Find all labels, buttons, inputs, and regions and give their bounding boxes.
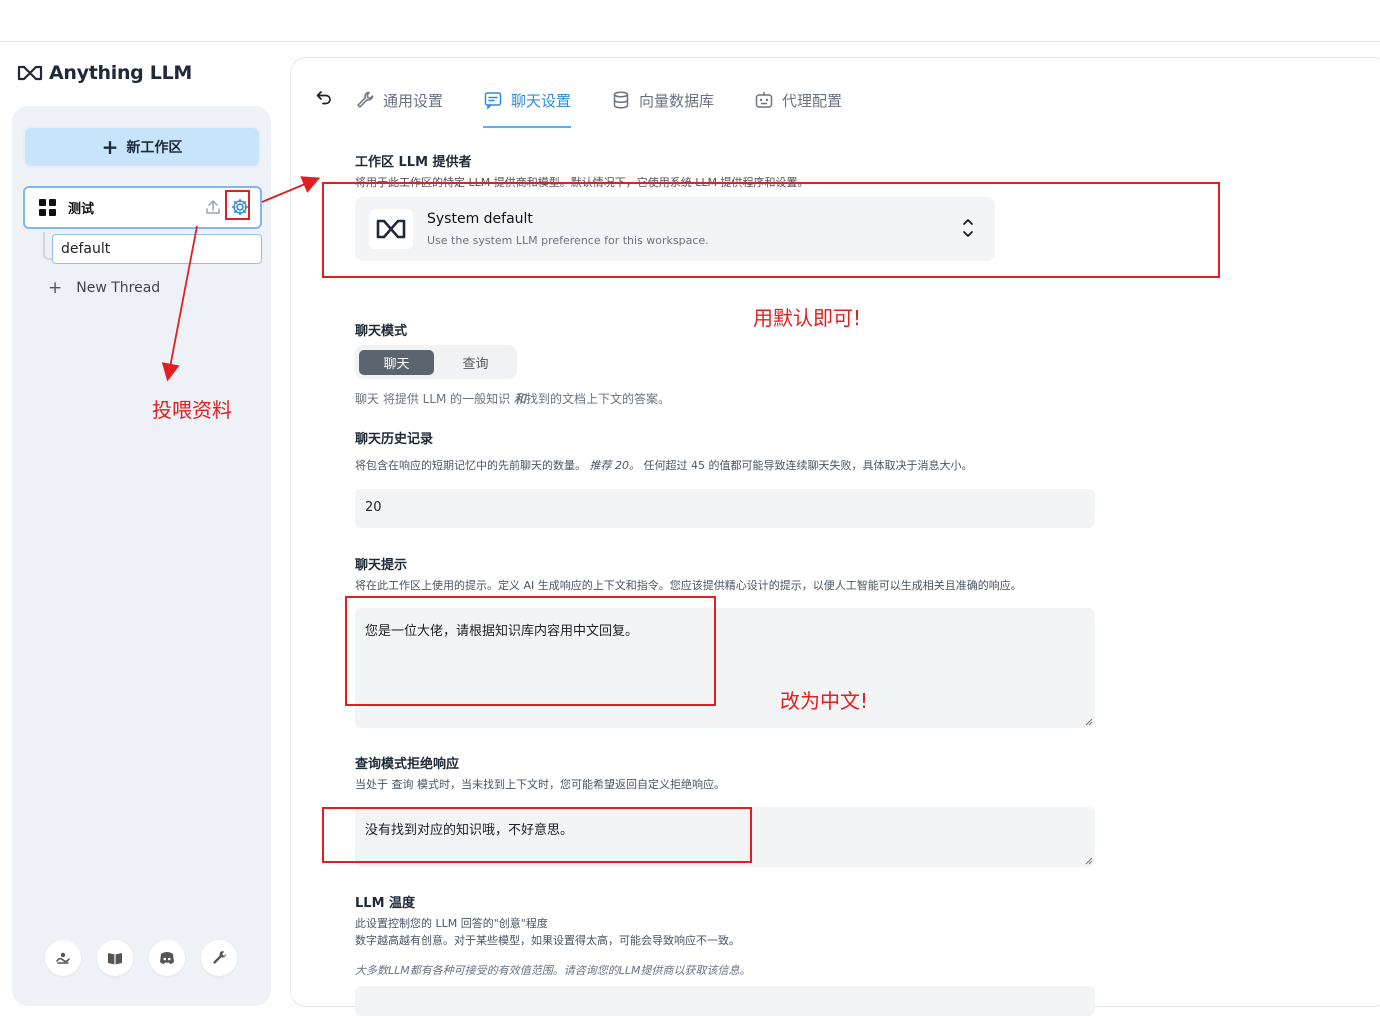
annotation-arrows [161, 176, 321, 382]
annotation-use-default: 用默认即可! [753, 306, 862, 330]
app-window: Anything LLM + 新工作区 测试 default + New Thr… [0, 42, 1380, 1016]
arrow-to-feed [161, 225, 198, 382]
browser-top-bar [0, 0, 1380, 42]
annotation-feed-data: 投喂资料 [152, 398, 232, 422]
annotation-change-chinese: 改为中文! [780, 689, 869, 713]
arrow-to-provider [261, 176, 321, 203]
